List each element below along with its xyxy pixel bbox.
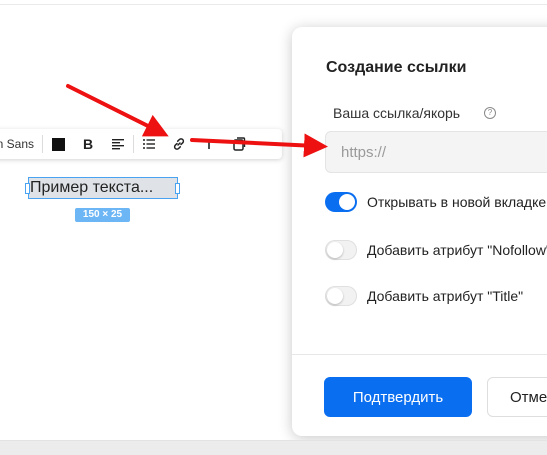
arrow-to-url-input xyxy=(190,133,328,158)
arrow-to-link-button xyxy=(66,84,169,137)
annotation-arrows xyxy=(66,84,328,158)
page-footer-strip xyxy=(0,441,547,455)
